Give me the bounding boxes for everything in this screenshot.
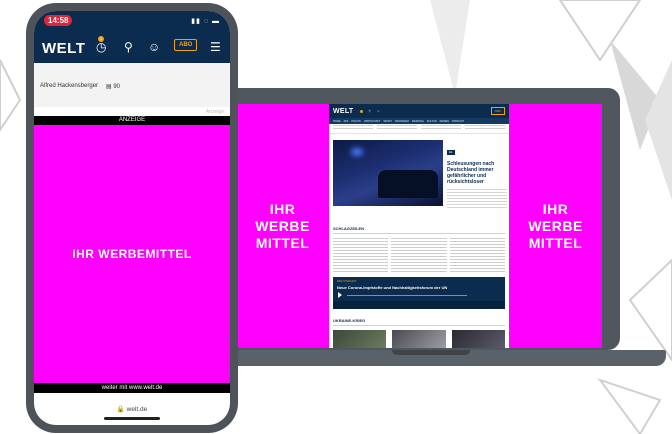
breaking-badge: EIL xyxy=(447,150,455,155)
search-icon[interactable]: ⚲ xyxy=(369,109,371,113)
site-nav-item[interactable]: HOME xyxy=(333,120,341,123)
site-logo[interactable]: WELT xyxy=(333,108,354,115)
clock-icon[interactable] xyxy=(359,109,363,113)
continue-link[interactable]: weiter mit www.welt.de xyxy=(34,383,230,393)
headline-item[interactable] xyxy=(333,238,389,274)
section-divider xyxy=(333,325,505,326)
menu-icon[interactable]: ☰ xyxy=(210,40,221,54)
podcast-kicker: WELT PODCAST xyxy=(337,280,357,283)
abo-button[interactable]: ABO xyxy=(174,39,198,51)
phone-screen: 14:58 ▮▮ ◌ ▬ WELT 1 ◷ ⚲ ☺ ABO ☰ Alfred H… xyxy=(34,11,230,425)
ad-header-bar: ANZEIGE xyxy=(34,116,230,125)
laptop-ad-right-text: IHR WERBE MITTEL xyxy=(528,200,583,251)
ukraine-teaser-image[interactable] xyxy=(392,330,446,348)
comment-count[interactable]: ▤ 90 xyxy=(106,83,120,90)
phone-ad-text: IHR WERBEMITTEL xyxy=(72,247,192,261)
top-headlines-strip xyxy=(329,124,509,134)
podcast-title[interactable]: Neue Corona-Impfstoffe und Nachhaltigkei… xyxy=(337,285,501,290)
site-abo-button[interactable]: ABO xyxy=(490,107,505,115)
clock-icon[interactable]: ◷ xyxy=(96,40,106,54)
laptop-ad-left[interactable]: IHR WERBE MITTEL xyxy=(236,104,329,348)
teaser-headline[interactable]: Schleusungen nach Deutschland immer gefä… xyxy=(447,161,507,185)
site-nav-item[interactable]: SPORT xyxy=(383,120,392,123)
podcast-player: WELT PODCAST Neue Corona-Impfstoffe und … xyxy=(333,277,505,309)
search-icon[interactable]: ⚲ xyxy=(124,40,133,54)
site-nav-item[interactable]: REISEN xyxy=(440,120,449,123)
laptop-screen: IHR WERBE MITTEL WELT ⚲ ☺ ABO HOME ZDF P… xyxy=(236,104,602,348)
section-divider xyxy=(333,233,505,234)
comment-icon: ▤ xyxy=(106,84,112,90)
comment-count-value: 90 xyxy=(113,84,121,90)
site-nav-item[interactable]: WIRTSCHAFT xyxy=(364,120,380,123)
site-nav-item[interactable]: POLITIK xyxy=(351,120,361,123)
phone-logo[interactable]: WELT xyxy=(42,40,85,57)
address-url: welt.de xyxy=(126,406,148,413)
site-header: WELT ⚲ ☺ ABO xyxy=(329,104,509,118)
ukraine-teasers xyxy=(333,330,505,348)
status-bar: 14:58 ▮▮ ◌ ▬ xyxy=(34,11,230,31)
headline-item[interactable] xyxy=(449,238,505,274)
laptop-ad-left-text: IHR WERBE MITTEL xyxy=(255,200,310,251)
ukraine-teaser-image[interactable] xyxy=(451,330,505,348)
headline-grid xyxy=(333,238,505,274)
site-nav-item[interactable]: KULTUR xyxy=(427,120,437,123)
laptop-notch xyxy=(392,350,470,355)
site-nav-item[interactable]: MEINUNG xyxy=(412,120,424,123)
user-icon[interactable]: ☺ xyxy=(148,40,160,54)
home-indicator[interactable] xyxy=(104,417,160,420)
site-nav-item[interactable]: PANORAMA xyxy=(395,120,409,123)
headline-item[interactable] xyxy=(391,238,447,274)
play-icon[interactable] xyxy=(338,292,342,298)
ad-label: Anzeige xyxy=(205,109,224,115)
site-nav-item[interactable]: PODCAST xyxy=(452,120,464,123)
section-ukraine-title[interactable]: UKRAINE-KRIEG xyxy=(333,318,365,323)
section-schlagzeilen-title[interactable]: SCHLAGZEILEN xyxy=(333,226,364,231)
signal-wifi-battery-icon: ▮▮ ◌ ▬ xyxy=(191,18,220,25)
laptop-ad-right[interactable]: IHR WERBE MITTEL xyxy=(509,104,602,348)
ukraine-teaser-image[interactable] xyxy=(333,330,387,348)
lock-icon: 🔒 xyxy=(116,406,125,413)
status-time: 14:58 xyxy=(44,15,73,26)
podcast-footer xyxy=(333,301,505,309)
phone-header: WELT 1 ◷ ⚲ ☺ ABO ☰ xyxy=(34,31,230,63)
phone-ad[interactable]: IHR WERBEMITTEL xyxy=(34,125,230,383)
teaser-image[interactable] xyxy=(333,140,443,206)
teaser-text[interactable]: EIL Schleusungen nach Deutschland immer … xyxy=(447,140,507,209)
address-bar[interactable]: 🔒 welt.de xyxy=(34,405,230,413)
author-name[interactable]: Alfred Hackensberger xyxy=(40,83,98,89)
author-bar: Alfred Hackensberger ▤ 90 xyxy=(34,63,230,107)
podcast-progress[interactable] xyxy=(347,295,467,296)
site-nav-item[interactable]: ZDF xyxy=(344,120,349,123)
website-preview: WELT ⚲ ☺ ABO HOME ZDF POLITIK WIRTSCHAFT… xyxy=(329,104,509,348)
user-icon[interactable]: ☺ xyxy=(377,109,380,113)
teaser-summary xyxy=(447,189,507,209)
